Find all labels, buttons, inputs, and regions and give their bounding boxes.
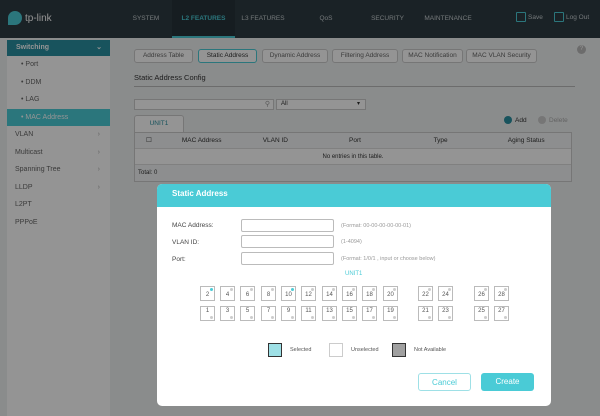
not-available-port-icon (392, 343, 406, 357)
port-20[interactable]: 20 (383, 286, 398, 301)
port-4[interactable]: 4 (220, 286, 235, 301)
legend-unselected: Unselected (329, 343, 379, 357)
port-status-indicator (230, 316, 233, 319)
port-status-indicator (271, 316, 274, 319)
port-13[interactable]: 13 (322, 306, 337, 321)
port-14[interactable]: 14 (322, 286, 337, 301)
port-status-indicator (448, 288, 451, 291)
legend-selected: Selected (268, 343, 311, 357)
port-status-indicator (271, 288, 274, 291)
port-status-indicator (250, 288, 253, 291)
unit-label: UNIT1 (345, 271, 363, 277)
port-status-indicator (311, 288, 314, 291)
static-address-dialog: Static Address MAC Address: (Format: 00-… (157, 184, 551, 406)
port-status-indicator (393, 316, 396, 319)
port-status-indicator (230, 288, 233, 291)
port-27[interactable]: 27 (494, 306, 509, 321)
port-6[interactable]: 6 (240, 286, 255, 301)
port-24[interactable]: 24 (438, 286, 453, 301)
port-status-indicator (352, 288, 355, 291)
port-12[interactable]: 12 (301, 286, 316, 301)
port-1[interactable]: 1 (200, 306, 215, 321)
legend-label: Unselected (351, 347, 379, 353)
vlan-id-label: VLAN ID: (172, 239, 200, 246)
port-9[interactable]: 9 (281, 306, 296, 321)
port-17[interactable]: 17 (362, 306, 377, 321)
port-status-indicator (484, 316, 487, 319)
port-11[interactable]: 11 (301, 306, 316, 321)
port-16[interactable]: 16 (342, 286, 357, 301)
port-status-indicator (372, 316, 375, 319)
port-label: Port: (172, 256, 186, 263)
port-10[interactable]: 10 (281, 286, 296, 301)
legend-label: Selected (290, 347, 312, 353)
port-5[interactable]: 5 (240, 306, 255, 321)
port-status-indicator (448, 316, 451, 319)
port-status-indicator (332, 316, 335, 319)
port-hint: (Format: 1/0/1 , input or choose below) (341, 256, 436, 262)
port-status-indicator (428, 316, 431, 319)
port-3[interactable]: 3 (220, 306, 235, 321)
port-status-indicator (428, 288, 431, 291)
port-2[interactable]: 2 (200, 286, 215, 301)
port-23[interactable]: 23 (438, 306, 453, 321)
create-button[interactable]: Create (481, 373, 534, 391)
port-8[interactable]: 8 (261, 286, 276, 301)
port-input[interactable] (241, 252, 334, 265)
port-status-indicator (210, 288, 213, 291)
dialog-title: Static Address (157, 184, 551, 207)
unselected-port-icon (329, 343, 343, 357)
port-status-indicator (484, 288, 487, 291)
port-19[interactable]: 19 (383, 306, 398, 321)
port-15[interactable]: 15 (342, 306, 357, 321)
port-26[interactable]: 26 (474, 286, 489, 301)
port-status-indicator (393, 288, 396, 291)
port-status-indicator (291, 316, 294, 319)
port-7[interactable]: 7 (261, 306, 276, 321)
port-status-indicator (210, 316, 213, 319)
port-status-indicator (504, 288, 507, 291)
port-status-indicator (352, 316, 355, 319)
port-status-indicator (332, 288, 335, 291)
port-21[interactable]: 21 (418, 306, 433, 321)
port-25[interactable]: 25 (474, 306, 489, 321)
selected-port-icon (268, 343, 282, 357)
port-status-indicator (311, 316, 314, 319)
mac-address-input[interactable] (241, 219, 334, 232)
vlan-id-hint: (1-4094) (341, 239, 362, 245)
legend-label: Not Available (414, 347, 447, 353)
port-status-indicator (250, 316, 253, 319)
cancel-button[interactable]: Cancel (418, 373, 471, 391)
mac-address-hint: (Format: 00-00-00-00-00-01) (341, 223, 412, 229)
legend-not-available: Not Available (392, 343, 446, 357)
port-status-indicator (291, 288, 294, 291)
vlan-id-input[interactable] (241, 235, 334, 248)
port-18[interactable]: 18 (362, 286, 377, 301)
port-status-indicator (372, 288, 375, 291)
mac-address-label: MAC Address: (172, 222, 214, 229)
port-22[interactable]: 22 (418, 286, 433, 301)
port-28[interactable]: 28 (494, 286, 509, 301)
port-status-indicator (504, 316, 507, 319)
